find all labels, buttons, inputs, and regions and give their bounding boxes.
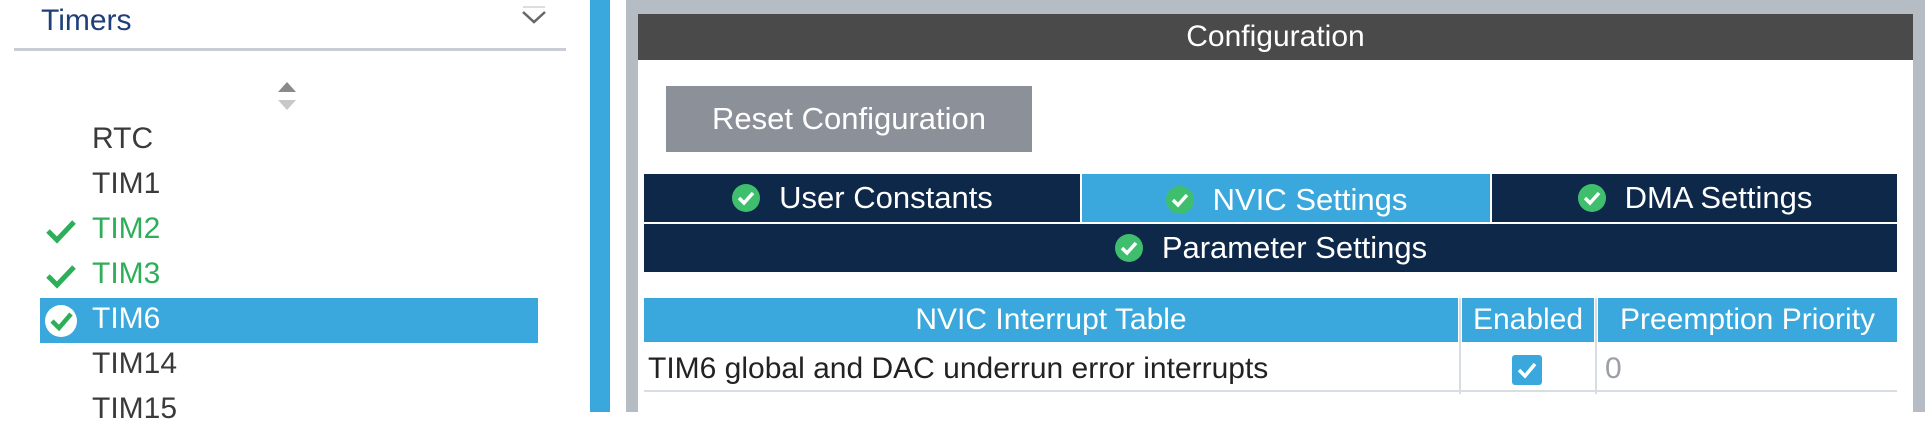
panel-splitter[interactable] [590,0,610,412]
configuration-content: Configuration Reset Configuration User C… [638,14,1913,412]
tab-label: User Constants [779,180,993,215]
table-cell-enabled [1461,346,1595,392]
tab-user-constants[interactable]: User Constants [644,174,1080,222]
list-item-tim14[interactable]: TIM14 [40,343,538,388]
configuration-title: Configuration [638,14,1913,60]
list-item-label: TIM15 [92,392,178,425]
list-item-label: TIM2 [92,212,161,245]
priority-input[interactable]: 0 [1597,346,1897,392]
check-icon [46,220,76,244]
list-item-label: TIM3 [92,257,161,290]
list-item-tim3[interactable]: TIM3 [40,253,538,298]
chevron-down-icon[interactable] [519,4,549,30]
check-circle-icon [1114,234,1143,262]
check-circle-icon [1165,186,1194,214]
check-circle-icon [732,184,761,212]
tab-label: Parameter Settings [1161,230,1428,265]
list-item-label: RTC [92,122,154,155]
list-item-tim15[interactable]: TIM15 [40,388,538,433]
column-header-enabled[interactable]: Enabled [1462,298,1594,342]
check-circle-icon [1577,184,1606,212]
tab-nvic-settings[interactable]: NVIC Settings [1082,174,1490,226]
sort-icon[interactable] [276,80,298,112]
category-dropdown[interactable]: Timers [14,0,566,51]
list-item-label: TIM6 [92,302,161,335]
list-item-label: TIM14 [92,347,178,380]
peripheral-list: RTC TIM1 TIM2 TIM3 TIM6 TIM14 TIM15 [40,118,540,433]
table-cell-interrupt-name: TIM6 global and DAC underrun error inter… [644,346,1459,392]
list-item-tim6[interactable]: TIM6 [40,298,538,343]
tab-label: NVIC Settings [1212,182,1408,217]
list-item-label: TIM1 [92,167,161,200]
panel-gap [610,0,626,412]
check-circle-icon [45,305,77,337]
category-title: Timers [41,4,132,37]
left-panel: Timers RTC TIM1 TIM2 TIM3 TIM6 TIM14 TIM… [0,0,590,425]
reset-configuration-button[interactable]: Reset Configuration [666,86,1032,152]
config-tabs: User Constants NVIC Settings DMA Setting… [644,174,1897,286]
column-header-preemption-priority[interactable]: Preemption Priority [1598,298,1897,342]
check-icon [46,265,76,289]
configuration-panel: Configuration Reset Configuration User C… [626,0,1925,412]
list-item-rtc[interactable]: RTC [40,118,538,163]
tab-label: DMA Settings [1624,180,1813,215]
list-item-tim2[interactable]: TIM2 [40,208,538,253]
enabled-checkbox[interactable] [1512,355,1542,385]
list-item-tim1[interactable]: TIM1 [40,163,538,208]
tab-parameter-settings[interactable]: Parameter Settings [644,224,1897,272]
tab-dma-settings[interactable]: DMA Settings [1492,174,1897,222]
column-header-interrupt[interactable]: NVIC Interrupt Table [644,298,1458,342]
